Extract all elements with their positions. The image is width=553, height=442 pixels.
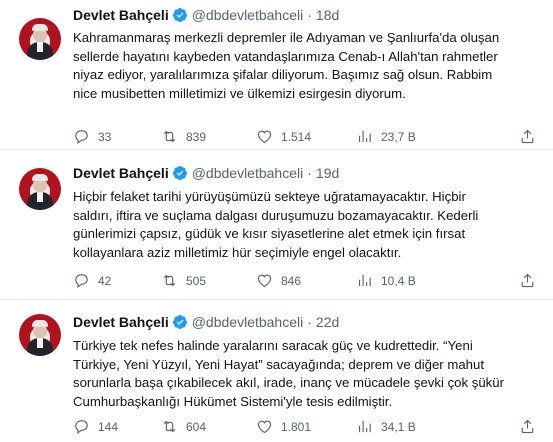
reply-icon xyxy=(75,274,88,289)
tweet-text: Kahramanmaraş merkezli depremler ile Adı… xyxy=(73,29,543,103)
tweet-text-line: Türkiye tek nefes halinde yaralarını sar… xyxy=(73,338,473,353)
tweet-text-line: nice musibetten milletimizi ve ülkemizi … xyxy=(73,85,406,101)
retweet-count: 505 xyxy=(186,273,207,288)
retweet-button[interactable]: 505 xyxy=(161,272,206,289)
tweet-text-line: günlerimizi çapsız, güdük ve kısır siyas… xyxy=(73,226,466,241)
heart-icon xyxy=(257,130,272,144)
tweet-header: Devlet Bahçeli @dbdevletbahceli · 22d xyxy=(73,312,339,332)
share-icon xyxy=(521,419,534,434)
view-count: 10,4 B xyxy=(381,273,416,288)
tweet[interactable]: Devlet Bahçeli @dbdevletbahceli · 19d Hi… xyxy=(0,150,553,300)
views-button[interactable]: 23,7 B xyxy=(356,128,416,145)
reply-button[interactable]: 144 xyxy=(73,418,118,435)
analytics-icon xyxy=(358,130,371,143)
tweet[interactable]: Devlet Bahçeli @dbdevletbahceli · 22d Tü… xyxy=(0,300,553,442)
tweet-header: Devlet Bahçeli @dbdevletbahceli · 19d xyxy=(73,163,339,183)
share-icon xyxy=(521,273,534,288)
author-handle[interactable]: @dbdevletbahceli xyxy=(192,314,304,330)
views-button[interactable]: 34,1 B xyxy=(356,418,416,435)
tweet-actions: 42 505 846 10,4 B xyxy=(73,272,534,290)
tweet-timestamp[interactable]: 18d xyxy=(316,7,339,23)
retweet-button[interactable]: 839 xyxy=(161,128,206,145)
retweet-count: 839 xyxy=(186,129,207,144)
reply-count: 33 xyxy=(98,129,112,144)
analytics-icon xyxy=(358,420,371,433)
heart-icon xyxy=(257,274,272,288)
tweet-text-line: Hiçbir felaket tarihi yürüyüşümüzü sekte… xyxy=(73,189,466,204)
reply-icon xyxy=(75,420,88,435)
tweet-timestamp[interactable]: 22d xyxy=(316,314,339,330)
reply-count: 42 xyxy=(98,273,112,288)
tweet-timestamp[interactable]: 19d xyxy=(316,165,339,181)
author-handle[interactable]: @dbdevletbahceli xyxy=(192,165,304,181)
verified-badge-icon xyxy=(172,315,187,329)
tweet-text-line: Türkiye, Yeni Yüzyıl, Yeni Hayat” sacaya… xyxy=(73,356,485,372)
like-count: 1.514 xyxy=(281,129,312,144)
tweet-actions: 33 839 1.514 23,7 B xyxy=(73,128,534,146)
tweet-text-line: Cumhurbaşkanlığı Hükümet Sistemi'yle tes… xyxy=(73,393,393,409)
reply-button[interactable]: 42 xyxy=(73,272,111,289)
author-name[interactable]: Devlet Bahçeli xyxy=(73,165,169,181)
author-handle[interactable]: @dbdevletbahceli xyxy=(192,7,304,23)
tweet[interactable]: Devlet Bahçeli @dbdevletbahceli · 18d Ka… xyxy=(0,0,553,150)
tweet-text-line: sorunlarla başa çıkabilecek akıl, irade,… xyxy=(73,375,505,390)
separator-dot: · xyxy=(307,7,312,23)
author-name[interactable]: Devlet Bahçeli xyxy=(73,314,169,330)
verified-badge-icon xyxy=(172,8,187,22)
retweet-icon xyxy=(163,420,176,433)
reply-button[interactable]: 33 xyxy=(73,128,111,145)
share-icon xyxy=(521,129,534,144)
analytics-icon xyxy=(358,274,371,287)
heart-icon xyxy=(257,420,272,434)
retweet-count: 604 xyxy=(186,419,207,434)
tweet-actions: 144 604 1.801 34,1 B xyxy=(73,418,534,436)
tweet-text-line: niyaz ediyor, yaralılarımıza şifalar dil… xyxy=(73,67,493,82)
tweet-text: Türkiye tek nefes halinde yaralarını sar… xyxy=(73,337,543,411)
share-button[interactable] xyxy=(519,418,536,440)
tweet-text-line: Kahramanmaraş merkezli depremler ile Adı… xyxy=(73,30,500,45)
tweet-text: Hiçbir felaket tarihi yürüyüşümüzü sekte… xyxy=(73,188,543,262)
author-name[interactable]: Devlet Bahçeli xyxy=(73,7,169,23)
like-count: 1.801 xyxy=(281,419,312,434)
separator-dot: · xyxy=(307,314,312,330)
retweet-icon xyxy=(163,274,176,287)
reply-icon xyxy=(75,130,88,145)
view-count: 34,1 B xyxy=(381,419,416,434)
views-button[interactable]: 10,4 B xyxy=(356,272,416,289)
avatar[interactable] xyxy=(19,314,61,356)
tweet-text-line: kollayanlara aziz milletimiz hür seçimiy… xyxy=(73,244,402,260)
retweet-button[interactable]: 604 xyxy=(161,418,206,435)
share-button[interactable] xyxy=(519,128,536,150)
avatar[interactable] xyxy=(19,168,61,210)
share-button[interactable] xyxy=(519,272,536,294)
like-button[interactable]: 1.514 xyxy=(256,128,311,145)
tweet-header: Devlet Bahçeli @dbdevletbahceli · 18d xyxy=(73,5,339,25)
like-button[interactable]: 1.801 xyxy=(256,418,311,435)
tweet-text-line: sellerde hayatını kaybeden vatandaşlarım… xyxy=(73,48,498,64)
like-button[interactable]: 846 xyxy=(256,272,301,289)
avatar[interactable] xyxy=(19,18,61,60)
view-count: 23,7 B xyxy=(381,129,416,144)
retweet-icon xyxy=(163,130,176,143)
verified-badge-icon xyxy=(172,166,187,180)
separator-dot: · xyxy=(307,165,312,181)
like-count: 846 xyxy=(281,273,302,288)
tweet-text-line: saldırı, iftira ve suçlama dalgası duruş… xyxy=(73,207,479,223)
tweet-feed: Devlet Bahçeli @dbdevletbahceli · 18d Ka… xyxy=(0,0,553,442)
reply-count: 144 xyxy=(98,419,119,434)
